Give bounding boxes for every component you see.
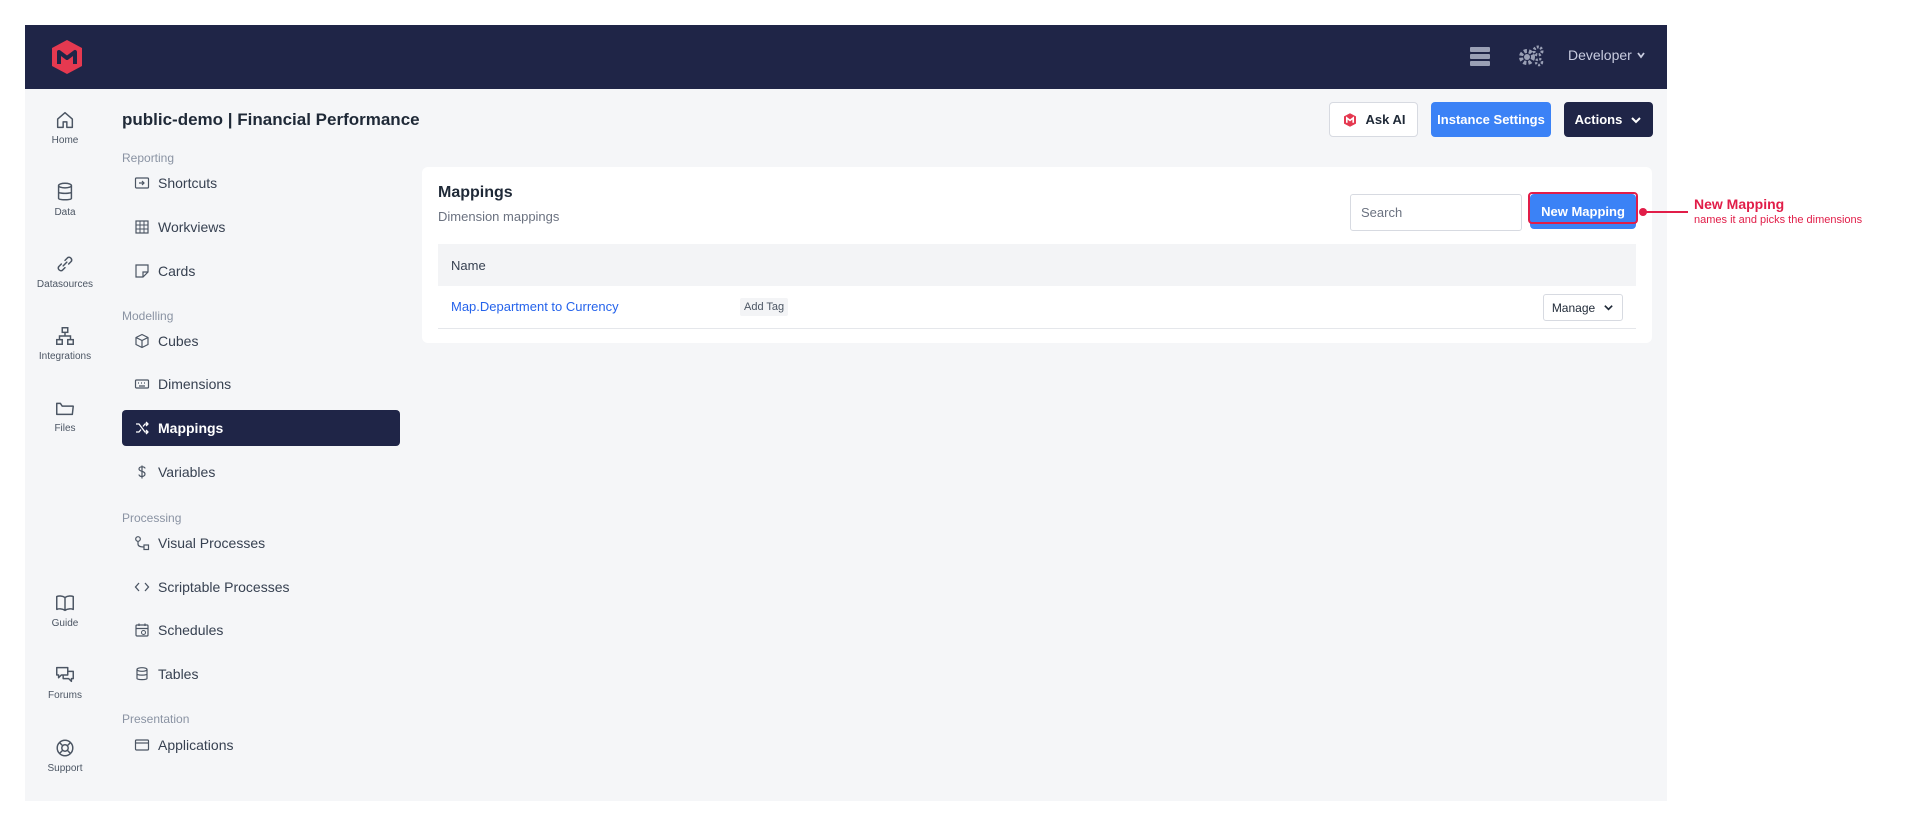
server-icon[interactable] [1468, 44, 1492, 68]
sidebar-item-label: Dimensions [158, 376, 232, 392]
keyboard-icon [134, 379, 150, 389]
user-menu[interactable]: Developer [1568, 47, 1646, 63]
card-subtitle: Dimension mappings [438, 209, 560, 224]
annotation-text: names it and picks the dimensions [1694, 214, 1863, 226]
section-label-processing: Processing [122, 511, 182, 525]
home-icon [56, 111, 74, 129]
section-label-reporting: Reporting [122, 151, 175, 165]
sidebar-item-label: Tables [158, 666, 199, 682]
calendar-icon [135, 623, 149, 637]
rail-label: Home [51, 135, 79, 146]
database-icon [57, 182, 73, 201]
sidebar-item-variables[interactable]: Variables [122, 454, 400, 490]
sidebar-item-dimensions[interactable]: Dimensions [122, 366, 400, 402]
sidebar-item-label: Variables [158, 464, 216, 480]
actions-button[interactable]: Actions [1564, 102, 1653, 137]
app-logo-icon [1343, 112, 1356, 127]
manage-label: Manage [1551, 300, 1596, 315]
table-row: Map.Department to Currency Add Tag Manag… [438, 286, 1636, 329]
cube-icon [135, 333, 149, 349]
rail-item-forums[interactable]: Forums [25, 664, 105, 701]
actions-label: Actions [1574, 112, 1623, 127]
dollar-icon [138, 465, 146, 479]
new-mapping-button[interactable]: New Mapping [1530, 194, 1636, 229]
annotation-connector [1643, 211, 1688, 213]
rail-label: Files [54, 423, 76, 434]
rail-label: Integrations [38, 351, 92, 362]
rail-label: Forums [48, 690, 82, 701]
rail-label: Support [47, 763, 83, 774]
card-title: Mappings [438, 184, 513, 201]
settings-gears-icon[interactable] [1517, 44, 1545, 68]
sidebar-item-label: Workviews [158, 219, 226, 235]
table-header: Name [438, 244, 1636, 286]
rail-item-home[interactable]: Home [25, 109, 105, 146]
chevron-down-icon [1604, 305, 1613, 311]
lifebuoy-icon [56, 739, 74, 757]
rail-label: Data [54, 207, 76, 218]
sidebar-item-applications[interactable]: Applications [122, 727, 400, 763]
sidebar-item-label: Applications [158, 737, 234, 753]
chat-icon [56, 666, 74, 683]
chevron-down-icon [1631, 116, 1642, 123]
add-tag-button[interactable]: Add Tag [740, 298, 789, 316]
sidebar-item-cubes[interactable]: Cubes [122, 323, 400, 359]
sidebar-item-label: Visual Processes [158, 535, 266, 551]
code-icon [134, 582, 150, 592]
annotation-title: New Mapping [1694, 196, 1785, 212]
sidebar-item-label: Cubes [158, 333, 199, 349]
ask-ai-button[interactable]: Ask AI [1329, 102, 1418, 137]
user-menu-label: Developer [1568, 47, 1632, 63]
annotation-dot [1639, 208, 1647, 216]
manage-button[interactable]: Manage [1543, 294, 1623, 321]
table-icon [136, 667, 148, 681]
sidebar-item-scriptable-processes[interactable]: Scriptable Processes [122, 569, 400, 605]
rail-label: Guide [51, 618, 79, 629]
content-area: public-demo | Financial Performance Ask … [105, 89, 1667, 801]
chevron-down-icon [1637, 52, 1645, 59]
top-bar: Developer [25, 25, 1667, 89]
sidebar-item-label: Shortcuts [158, 175, 218, 191]
ask-ai-label: Ask AI [1365, 112, 1406, 127]
sidebar-item-workviews[interactable]: Workviews [122, 209, 400, 245]
folder-icon [56, 402, 74, 416]
column-header-name: Name [451, 257, 486, 273]
mapping-name-link[interactable]: Map.Department to Currency [451, 299, 619, 314]
section-label-presentation: Presentation [122, 712, 190, 726]
rail-item-datasources[interactable]: Datasources [25, 253, 105, 290]
sidebar-item-visual-processes[interactable]: Visual Processes [122, 525, 400, 561]
rail-label: Datasources [36, 279, 94, 290]
icon-rail: Home Data Datasources Integrations Files… [25, 89, 105, 801]
shortcut-icon [134, 177, 150, 189]
rail-item-integrations[interactable]: Integrations [25, 325, 105, 362]
app-window: Developer Home Data Datasources Integrat… [25, 25, 1667, 801]
book-icon [56, 595, 74, 612]
rail-item-data[interactable]: Data [25, 181, 105, 218]
rail-item-support[interactable]: Support [25, 737, 105, 774]
sidebar-item-tables[interactable]: Tables [122, 656, 400, 692]
sidebar-item-label: Mappings [158, 420, 224, 436]
sidebar-item-shortcuts[interactable]: Shortcuts [122, 165, 400, 201]
app-logo[interactable] [47, 37, 87, 77]
sidebar-item-label: Schedules [158, 622, 224, 638]
search-input[interactable] [1350, 194, 1522, 231]
network-icon [56, 327, 74, 345]
shuffle-icon [136, 421, 149, 435]
instance-settings-button[interactable]: Instance Settings [1431, 102, 1551, 137]
card-icon [135, 264, 149, 278]
flow-icon [135, 536, 150, 551]
window-icon [134, 739, 150, 751]
rail-item-guide[interactable]: Guide [25, 592, 105, 629]
link-icon [57, 256, 73, 272]
rail-item-files[interactable]: Files [25, 397, 105, 434]
sidebar-item-cards[interactable]: Cards [122, 253, 400, 289]
sidebar-item-label: Cards [158, 263, 196, 279]
page-title: public-demo | Financial Performance [122, 110, 420, 129]
grid-icon [135, 220, 149, 234]
mappings-card: Mappings Dimension mappings New Mapping … [422, 167, 1652, 343]
sidebar-item-label: Scriptable Processes [158, 579, 290, 595]
section-label-modelling: Modelling [122, 309, 174, 323]
sidebar-item-schedules[interactable]: Schedules [122, 612, 400, 648]
sidebar-item-mappings[interactable]: Mappings [122, 410, 400, 446]
